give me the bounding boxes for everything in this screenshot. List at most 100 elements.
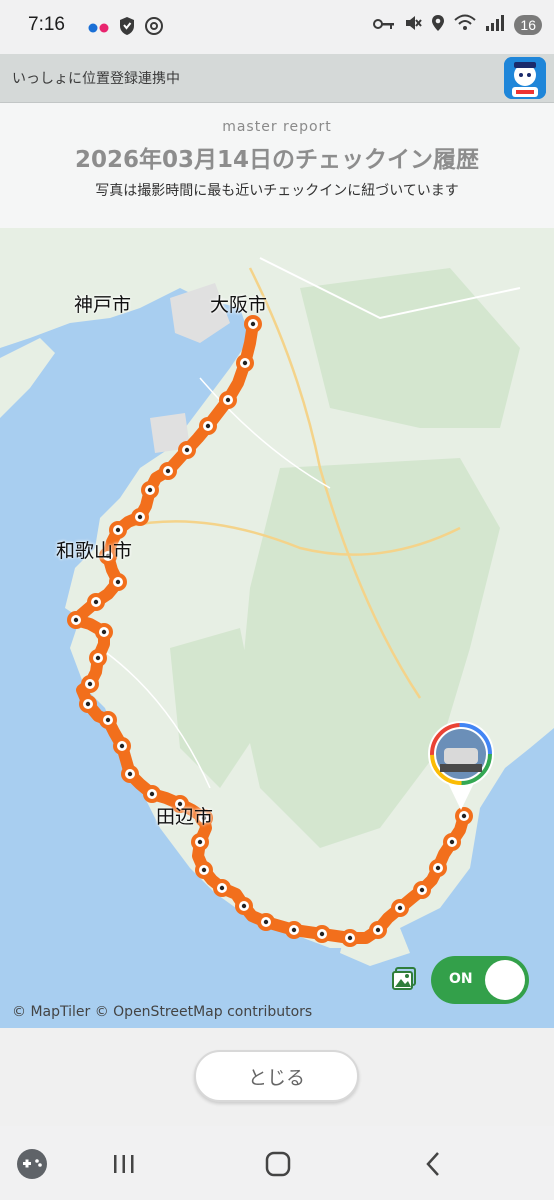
checkin-marker[interactable] [213, 879, 231, 897]
system-nav-bar [0, 1126, 554, 1200]
checkin-marker-center [397, 905, 403, 911]
checkin-marker-center [115, 579, 121, 585]
checkin-marker-center [137, 514, 143, 520]
city-label-tanabe: 田辺市 [156, 806, 214, 828]
checkin-marker[interactable] [89, 649, 107, 667]
checkin-marker[interactable] [429, 859, 447, 877]
checkin-marker-center [127, 771, 133, 777]
checkin-marker[interactable] [87, 593, 105, 611]
checkin-marker-center [184, 447, 190, 453]
checkin-marker[interactable] [113, 737, 131, 755]
checkin-marker-center [201, 867, 207, 873]
checkin-marker[interactable] [199, 417, 217, 435]
checkin-marker[interactable] [191, 833, 209, 851]
checkin-marker[interactable] [244, 315, 262, 333]
checkin-marker-center [219, 885, 225, 891]
location-icon [431, 14, 445, 36]
checkin-marker[interactable] [369, 921, 387, 939]
checkin-marker-center [263, 919, 269, 925]
checkin-marker[interactable] [121, 765, 139, 783]
checkin-marker[interactable] [99, 711, 117, 729]
checkin-marker[interactable] [285, 921, 303, 939]
checkin-marker[interactable] [143, 785, 161, 803]
checkin-marker[interactable] [178, 441, 196, 459]
checkin-marker-center [449, 839, 455, 845]
close-button[interactable]: とじる [194, 1050, 359, 1102]
key-icon [373, 16, 395, 35]
checkin-marker[interactable] [313, 925, 331, 943]
city-label-wakayama: 和歌山市 [56, 540, 133, 562]
checkin-marker[interactable] [443, 833, 461, 851]
status-bar: 7:16 16 [0, 0, 554, 54]
report-note: 写真は撮影時間に最も近いチェックインに紐づいています [95, 183, 459, 199]
checkin-marker[interactable] [195, 861, 213, 879]
status-time: 7:16 [28, 14, 65, 35]
checkin-marker[interactable] [131, 508, 149, 526]
map-canvas[interactable] [0, 228, 554, 1028]
checkin-marker[interactable] [236, 354, 254, 372]
photo-toggle[interactable]: ON [431, 956, 529, 1004]
wifi-icon [454, 14, 477, 36]
checkin-marker[interactable] [391, 899, 409, 917]
checkin-marker[interactable] [455, 807, 473, 825]
checkin-marker[interactable] [257, 913, 275, 931]
photo-toggle-label: ON [449, 971, 473, 987]
city-label-kobe: 神戸市 [74, 294, 132, 316]
home-icon[interactable] [258, 1144, 298, 1184]
checkin-marker[interactable] [81, 675, 99, 693]
checkin-marker-center [225, 397, 231, 403]
report-kicker: master report [222, 119, 332, 135]
photo-thumbnail-ground [440, 764, 482, 772]
back-icon[interactable] [414, 1144, 454, 1184]
checkin-marker-center [291, 927, 297, 933]
checkin-marker-center [197, 839, 203, 845]
checkin-marker-center [242, 360, 248, 366]
checkin-marker-center [105, 717, 111, 723]
checkin-marker-center [205, 423, 211, 429]
checkin-marker-center [119, 743, 125, 749]
game-launcher-icon[interactable] [12, 1144, 52, 1184]
checkin-marker-center [375, 927, 381, 933]
map-view[interactable]: 神戸市 大阪市 和歌山市 田辺市 [0, 228, 554, 1028]
app-header-title: いっしょに位置登録連携中 [12, 71, 180, 87]
checkin-marker[interactable] [235, 897, 253, 915]
checkin-marker[interactable] [159, 462, 177, 480]
checkin-marker-center [95, 655, 101, 661]
at-icon [144, 16, 164, 40]
mute-icon [404, 14, 423, 36]
notification-count-badge: 16 [514, 15, 542, 35]
checkin-marker-center [73, 617, 79, 623]
checkin-marker[interactable] [219, 391, 237, 409]
checkin-marker[interactable] [95, 623, 113, 641]
map-attribution[interactable]: © MapTiler © OpenStreetMap contributors [12, 1004, 312, 1020]
signal-icon [485, 14, 505, 36]
report-panel: master report 2026年03月14日のチェックイン履歴 写真は撮影… [0, 103, 554, 228]
shield-icon [118, 16, 136, 40]
checkin-marker-center [347, 935, 353, 941]
checkin-marker-center [93, 599, 99, 605]
checkin-marker-center [149, 791, 155, 797]
checkin-marker[interactable] [109, 573, 127, 591]
checkin-marker[interactable] [413, 881, 431, 899]
checkin-marker-center [435, 865, 441, 871]
recent-apps-icon[interactable] [104, 1144, 144, 1184]
photo-thumbnail-train [444, 748, 478, 764]
status-right-icons: 16 [373, 14, 542, 36]
checkin-marker[interactable] [141, 481, 159, 499]
mascot-app-icon[interactable] [504, 57, 546, 99]
checkin-marker-center [85, 701, 91, 707]
checkin-marker[interactable] [79, 695, 97, 713]
checkin-marker[interactable] [67, 611, 85, 629]
photo-toggle-knob[interactable] [485, 960, 525, 1000]
status-left-icons [88, 16, 164, 40]
checkin-marker-center [319, 931, 325, 937]
checkin-marker-center [461, 813, 467, 819]
report-title: 2026年03月14日のチェックイン履歴 [74, 147, 480, 173]
checkin-marker-center [419, 887, 425, 893]
checkin-marker[interactable] [341, 929, 359, 947]
checkin-marker-center [250, 321, 256, 327]
checkin-marker-center [165, 468, 171, 474]
gallery-icon[interactable] [391, 966, 417, 992]
flickr-icon [88, 19, 110, 38]
app-header: いっしょに位置登録連携中 [0, 54, 554, 103]
